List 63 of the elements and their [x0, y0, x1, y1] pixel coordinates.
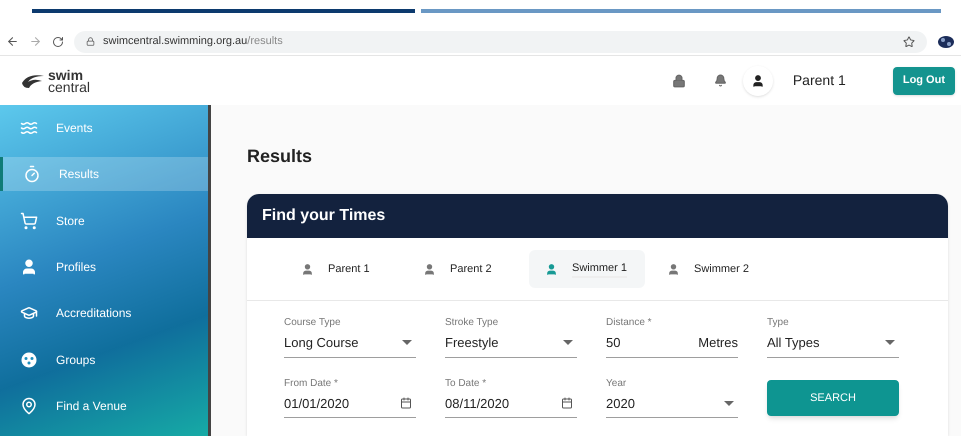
field-value: 01/01/2020 [284, 394, 350, 412]
person-icon [20, 258, 38, 276]
field-value: Long Course [284, 334, 358, 352]
field-label: To Date * [445, 378, 488, 390]
page-title: Results [247, 145, 314, 168]
stopwatch-icon [23, 165, 41, 184]
field-label: Distance * [606, 317, 653, 329]
card-title: Find your Times [262, 206, 386, 226]
reload-icon[interactable] [52, 36, 64, 48]
select-field[interactable]: Type All Types [767, 317, 899, 358]
logo-text: central [48, 80, 90, 92]
distance-field[interactable]: Distance * 50 Metres [606, 317, 738, 358]
url-text: swimcentral.swimming.org.au/results [103, 34, 284, 50]
cart-icon [20, 212, 38, 230]
field-value: Freestyle [445, 334, 498, 352]
avatar-button[interactable] [742, 66, 773, 96]
notification-bell-icon[interactable] [714, 74, 727, 87]
field-value: 2020 [606, 394, 635, 412]
field-value: 08/11/2020 [445, 394, 510, 412]
field-label: Course Type [284, 317, 342, 329]
select-field[interactable]: Course Type Long Course [284, 317, 416, 358]
map-pin-icon [20, 397, 38, 416]
date-field[interactable]: To Date * 08/11/2020 [445, 378, 577, 418]
dropdown-caret-icon [402, 340, 412, 346]
sidebar-item[interactable]: Accreditations [0, 296, 208, 330]
person-icon [545, 262, 558, 276]
dropdown-caret-icon [885, 340, 895, 346]
calendar-icon [400, 397, 412, 410]
profile-tab[interactable]: Swimmer 2 [651, 250, 767, 288]
field-label: Type [767, 317, 790, 329]
extension-icon[interactable] [937, 34, 955, 50]
search-button[interactable]: SEARCH [767, 380, 899, 416]
person-icon [667, 262, 680, 276]
logo-text: swim [48, 68, 84, 80]
person-icon [301, 262, 314, 276]
sidebar-item[interactable]: Profiles [0, 250, 208, 284]
unit-label: Metres [698, 334, 738, 352]
calendar-icon [561, 397, 573, 410]
person-icon [750, 74, 765, 88]
field-value: 50 [606, 334, 620, 352]
field-label: From Date * [284, 378, 339, 390]
lock-icon[interactable] [672, 74, 686, 88]
dropdown-caret-icon [563, 340, 573, 346]
dropdown-caret-icon [724, 400, 734, 406]
user-name: Parent 1 [792, 71, 847, 90]
lock-icon [86, 37, 95, 46]
group-icon [20, 350, 38, 369]
sidebar-item[interactable]: Find a Venue [0, 390, 208, 423]
date-field[interactable]: From Date * 01/01/2020 [284, 378, 416, 418]
select-field[interactable]: Stroke Type Freestyle [445, 317, 577, 358]
log-out-button[interactable]: Log Out [892, 66, 955, 94]
field-value: All Types [767, 334, 820, 352]
profile-tab[interactable]: Parent 2 [407, 250, 523, 288]
bookmark-star-icon[interactable] [903, 36, 915, 48]
profile-tab[interactable]: Parent 1 [285, 250, 401, 288]
person-icon [423, 262, 436, 276]
address-bar[interactable]: swimcentral.swimming.org.au/results [74, 30, 927, 52]
sidebar-item[interactable]: Groups [0, 343, 208, 377]
select-field[interactable]: Year 2020 [606, 378, 738, 418]
back-icon[interactable] [6, 35, 19, 48]
field-label: Year [606, 378, 628, 390]
profile-tab[interactable]: Swimmer 1 [529, 250, 645, 288]
field-label: Stroke Type [445, 317, 500, 329]
